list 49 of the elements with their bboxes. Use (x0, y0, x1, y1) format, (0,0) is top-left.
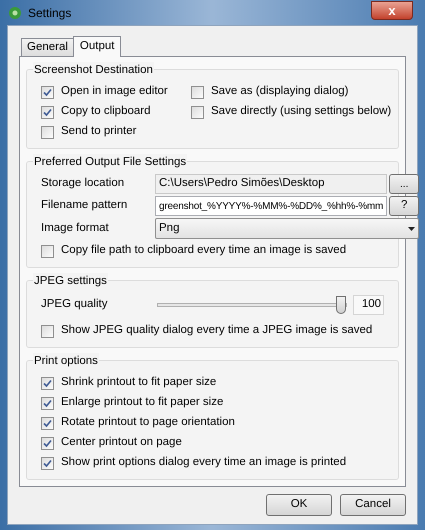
quality-value-field[interactable]: 100 (353, 295, 384, 315)
checkbox[interactable] (41, 376, 54, 390)
checkmark-icon (43, 418, 52, 428)
field-label: JPEG quality (41, 297, 108, 312)
checkbox[interactable] (41, 106, 54, 118)
checkmark-icon (43, 458, 52, 468)
checkbox-label: Copy file path to clipboard every time an image is saved (61, 243, 346, 258)
field-label: Filename pattern (41, 198, 128, 214)
button[interactable]: OK (266, 494, 332, 516)
field-label: Image format (41, 220, 110, 236)
button[interactable]: ... (389, 174, 420, 194)
tab[interactable]: Output (72, 36, 122, 57)
checkbox[interactable] (191, 86, 204, 98)
dropdown-arrow-icon (408, 226, 416, 230)
checkbox-label: Save directly (using settings below) (211, 104, 392, 120)
checkbox[interactable] (41, 86, 54, 98)
image-format-dropdown[interactable]: Png (155, 218, 420, 239)
checkbox[interactable] (191, 106, 204, 118)
checkmark-icon (43, 88, 52, 96)
button[interactable]: ? (389, 196, 420, 216)
button[interactable]: Cancel (340, 494, 406, 516)
field-label: Storage location (41, 176, 126, 192)
checkbox[interactable] (41, 126, 54, 138)
checkbox[interactable] (41, 324, 54, 338)
checkbox[interactable] (41, 436, 54, 450)
filename-pattern-field[interactable]: greenshot_%YYYY%-%MM%-%DD%_%hh%-%mm (155, 196, 388, 216)
checkbox[interactable] (41, 456, 54, 470)
tab[interactable]: General (21, 38, 73, 56)
checkbox-label: Send to printer (61, 124, 136, 140)
storage-location-field[interactable]: C:\Users\Pedro Simões\Desktop (155, 174, 388, 194)
window-title: Settings (28, 4, 72, 22)
checkbox-label: Show print options dialog every time an image is printed (61, 455, 346, 470)
app-logo-icon (8, 6, 22, 20)
checkbox-label: Rotate printout to page orientation (61, 415, 235, 430)
checkbox-label: Shrink printout to fit paper size (61, 375, 216, 390)
checkbox[interactable] (41, 416, 54, 430)
checkbox-label: Show JPEG quality dialog every time a JPEG image is saved (61, 323, 372, 338)
checkbox[interactable] (41, 396, 54, 410)
checkbox-label: Center printout on page (61, 435, 182, 450)
checkmark-icon (43, 438, 52, 448)
slider-thumb[interactable] (336, 296, 346, 314)
checkbox-label: Copy to clipboard (61, 104, 150, 120)
checkmark-icon (43, 398, 52, 408)
checkbox-label: Enlarge printout to fit paper size (61, 395, 224, 410)
checkbox[interactable] (41, 244, 54, 258)
checkbox-label: Save as (displaying dialog) (211, 84, 348, 100)
checkmark-icon (43, 108, 52, 116)
checkbox-label: Open in image editor (61, 84, 168, 100)
checkmark-icon (43, 378, 52, 388)
